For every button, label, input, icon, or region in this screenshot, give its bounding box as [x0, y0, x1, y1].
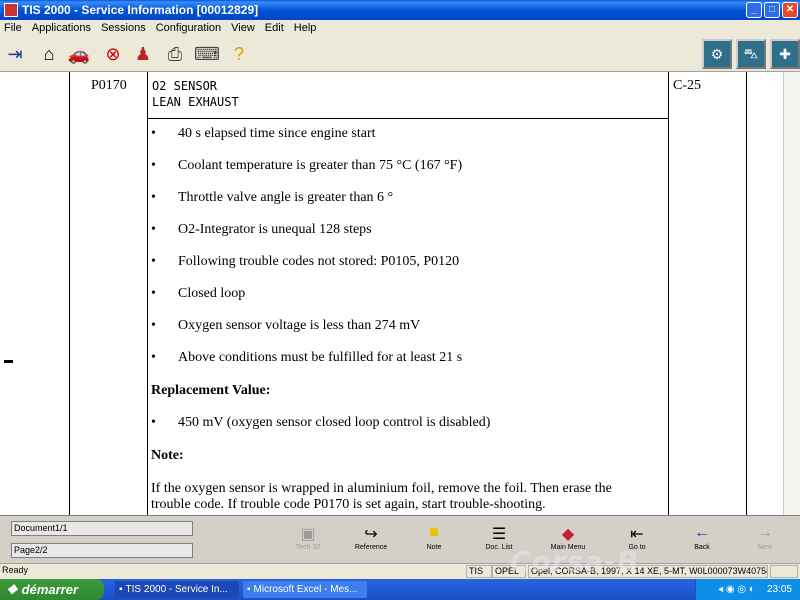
page-reference: C-25 — [673, 78, 701, 93]
menu-view[interactable]: View — [231, 22, 255, 34]
windows-logo-icon: ❖ — [6, 581, 18, 597]
window-title: TIS 2000 - Service Information [00012829… — [22, 3, 259, 17]
list-item-text: 40 s elapsed time since engine start — [178, 126, 376, 141]
nav-label: Back — [694, 544, 710, 551]
status-extra — [770, 565, 798, 578]
doc-list-button[interactable]: ☰ Doc. List — [477, 524, 521, 551]
status-make: OPEL — [492, 565, 526, 578]
goto-button[interactable]: ⇤ Go to — [615, 524, 659, 551]
nav-label: Doc. List — [485, 544, 513, 551]
back-icon: ← — [694, 524, 710, 541]
list-item-text: Throttle valve angle is greater than 6 ° — [178, 190, 394, 205]
system-tray: ◂ ◉ ◎ ◐ 23:05 — [695, 579, 800, 600]
heading-line: O2 SENSOR — [152, 79, 218, 93]
menu-sessions[interactable]: Sessions — [101, 22, 146, 34]
note-button[interactable]: ■ Note — [412, 524, 456, 551]
heading-line: LEAN EXHAUST — [152, 95, 239, 109]
status-app: TIS — [466, 565, 492, 578]
goto-icon: ⇤ — [630, 526, 644, 543]
status-bar: Ready TIS OPEL Opel, CORSA-B, 1997, X 14… — [0, 563, 800, 579]
window-controls: _ □ ✕ — [746, 2, 798, 18]
nav-label: Main Menu — [550, 544, 586, 551]
back-button[interactable]: ← Back — [680, 524, 724, 551]
start-label: démarrer — [21, 582, 79, 597]
main-menu-icon: ◆ — [561, 526, 575, 543]
maximize-button[interactable]: □ — [764, 2, 780, 18]
list-item-text: 450 mV (oxygen sensor closed loop contro… — [178, 415, 491, 430]
tech32-icon: ▣ — [300, 526, 316, 543]
nav-label: Go to — [628, 544, 646, 551]
minimize-button[interactable]: _ — [746, 2, 762, 18]
list-item-text: O2-Integrator is unequal 128 steps — [178, 222, 372, 237]
menu-file[interactable]: File — [4, 22, 22, 34]
table-divider — [746, 72, 747, 515]
stop-icon[interactable]: ⊗ — [100, 41, 126, 67]
taskbar-item-excel[interactable]: ▪ Microsoft Excel - Mes... — [243, 581, 367, 598]
table-divider — [668, 72, 669, 515]
heading-divider — [147, 118, 668, 119]
nav-label: Note — [426, 544, 442, 551]
close-button[interactable]: ✕ — [782, 2, 798, 18]
menu-bar: File Applications Sessions Configuration… — [0, 20, 800, 36]
toolbar: ⇥ ⌂ 🚗 ⊗ ♟ ⎙ ⌨ ? ⚙ ⛍ ✚ — [0, 36, 800, 72]
status-ready: Ready — [2, 565, 29, 575]
note-paragraph: If the oxygen sensor is wrapped in alumi… — [151, 481, 612, 512]
printer-icon[interactable]: ⎙ — [162, 41, 188, 67]
start-button[interactable]: ❖ démarrer — [0, 579, 104, 600]
tis-app-icon: ▪ — [119, 584, 123, 595]
tech32-button[interactable]: ▣ Tech 32 — [286, 524, 330, 551]
note-heading: Note: — [151, 448, 184, 463]
reference-button[interactable]: ↪ Reference — [349, 524, 393, 551]
car-icon[interactable]: 🚗 — [66, 41, 92, 67]
clock: 23:05 — [766, 584, 792, 595]
app-icon — [4, 3, 18, 17]
help-icon[interactable]: ? — [226, 41, 252, 67]
taskbar: ❖ démarrer ▪ TIS 2000 - Service In... ▪ … — [0, 579, 800, 600]
nav-label: Tech 32 — [295, 544, 321, 551]
table-divider — [69, 72, 70, 515]
menu-edit[interactable]: Edit — [265, 22, 284, 34]
list-item-text: Closed loop — [178, 286, 246, 301]
vertical-scrollbar[interactable] — [783, 72, 800, 515]
list-item-text: Oxygen sensor voltage is less than 274 m… — [178, 318, 421, 333]
nav-label: Reference — [354, 544, 388, 551]
nav-label: Next — [757, 544, 773, 551]
menu-help[interactable]: Help — [294, 22, 317, 34]
keyboard-icon[interactable]: ⌨ — [194, 41, 220, 67]
task-label: Microsoft Excel - Mes... — [253, 584, 358, 595]
menu-applications[interactable]: Applications — [32, 22, 91, 34]
excel-icon: ▪ — [247, 584, 251, 595]
exit-icon[interactable]: ⇥ — [2, 41, 28, 67]
tray-icons: ◂ ◉ ◎ ◐ — [718, 584, 755, 595]
person-icon[interactable]: ♟ — [130, 41, 156, 67]
trouble-code: P0170 — [91, 78, 127, 93]
list-item-text: Following trouble codes not stored: P010… — [178, 254, 460, 269]
reference-icon: ↪ — [364, 526, 378, 543]
navigation-bar: Document1/1 Page2/2 ▣ Tech 32 ↪ Reference … — [0, 515, 800, 563]
next-icon: → — [757, 524, 773, 541]
document-counter: Document1/1 — [11, 521, 193, 536]
page-counter: Page2/2 — [11, 543, 193, 558]
main-menu-button[interactable]: ◆ Main Menu — [546, 524, 590, 551]
home-icon[interactable]: ⌂ — [36, 41, 62, 67]
table-divider — [147, 72, 148, 515]
list-item-text: Coolant temperature is greater than 75 °… — [178, 158, 463, 173]
scroll-position-marker — [4, 360, 13, 363]
list-item-text: Above conditions must be fulfilled for a… — [178, 350, 463, 365]
next-button[interactable]: → Next — [743, 524, 787, 551]
section-heading: O2 SENSOR LEAN EXHAUST — [152, 78, 239, 110]
task-label: TIS 2000 - Service In... — [125, 584, 228, 595]
status-vehicle: Opel, CORSA-B, 1997, X 14 XE, 5-MT, W0L0… — [528, 565, 768, 578]
service-van-icon[interactable]: ✚ — [770, 39, 800, 69]
note-icon: ■ — [429, 524, 439, 541]
vehicle-icon[interactable]: ⛍ — [736, 39, 766, 69]
title-bar: TIS 2000 - Service Information [00012829… — [0, 0, 800, 20]
taskbar-item-tis[interactable]: ▪ TIS 2000 - Service In... — [115, 581, 239, 598]
menu-configuration[interactable]: Configuration — [156, 22, 221, 34]
doc-list-icon: ☰ — [491, 526, 507, 543]
workshop-icon[interactable]: ⚙ — [702, 39, 732, 69]
document-pane: P0170 C-25 O2 SENSOR LEAN EXHAUST • 40 s … — [0, 72, 800, 515]
replacement-value-heading: Replacement Value: — [151, 383, 271, 398]
